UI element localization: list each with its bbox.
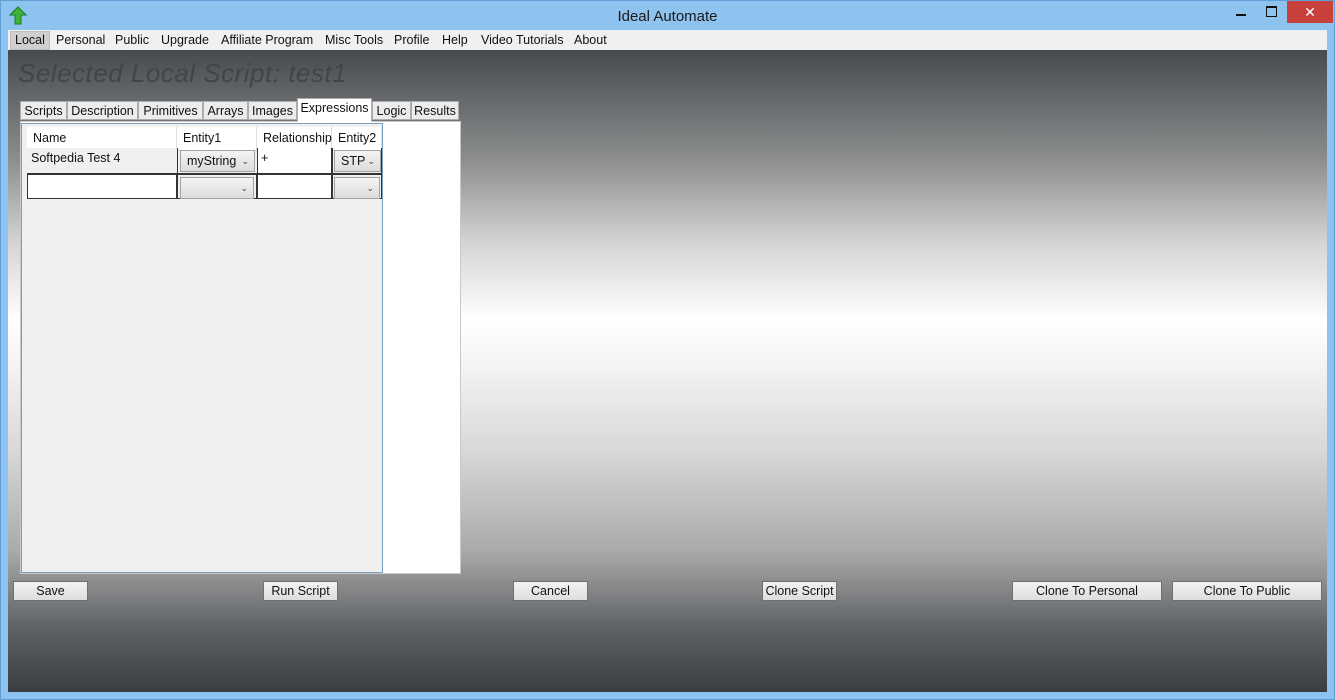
column-header-name[interactable]: Name [27, 127, 177, 150]
save-button[interactable]: Save [13, 581, 88, 601]
tab-logic[interactable]: Logic [372, 101, 411, 120]
entity2-value: STP [341, 154, 366, 168]
menu-item-personal[interactable]: Personal [52, 32, 109, 49]
menu-item-about[interactable]: About [570, 32, 611, 49]
tab-expressions[interactable]: Expressions [297, 98, 372, 122]
menu-bar: Local Personal Public Upgrade Affiliate … [8, 30, 1327, 50]
menu-item-profile[interactable]: Profile [390, 32, 433, 49]
entity2-dropdown[interactable]: ⌄ [334, 177, 380, 199]
chevron-down-icon: ⌄ [240, 183, 248, 193]
relationship-cell[interactable]: + [257, 148, 332, 174]
cancel-button[interactable]: Cancel [513, 581, 588, 601]
menu-item-help[interactable]: Help [438, 32, 472, 49]
tab-arrays[interactable]: Arrays [203, 101, 248, 120]
tab-results[interactable]: Results [411, 101, 459, 120]
name-cell[interactable] [27, 174, 177, 199]
chevron-down-icon: ⌄ [367, 156, 375, 166]
entity2-dropdown[interactable]: STP ⌄ [334, 150, 381, 172]
menu-item-local[interactable]: Local [10, 31, 50, 50]
chevron-down-icon: ⌄ [366, 183, 374, 193]
entity1-cell: myString ⌄ [177, 148, 257, 174]
menu-item-public[interactable]: Public [111, 32, 153, 49]
maximize-icon [1266, 6, 1277, 17]
entity1-cell: ⌄ [177, 174, 257, 199]
menu-item-upgrade[interactable]: Upgrade [157, 32, 213, 49]
close-button[interactable]: ✕ [1287, 1, 1333, 23]
run-script-button[interactable]: Run Script [263, 581, 338, 601]
menu-item-misc-tools[interactable]: Misc Tools [321, 32, 387, 49]
menu-item-affiliate-program[interactable]: Affiliate Program [217, 32, 317, 49]
expressions-grid: Name Entity1 Relationship Entity2 Softpe… [21, 123, 383, 573]
menu-item-video-tutorials[interactable]: Video Tutorials [477, 32, 567, 49]
minimize-icon [1236, 14, 1246, 16]
relationship-cell[interactable] [257, 174, 332, 199]
tab-primitives[interactable]: Primitives [138, 101, 203, 120]
close-icon: ✕ [1304, 4, 1316, 20]
chevron-down-icon: ⌄ [241, 156, 249, 166]
minimize-button[interactable] [1227, 1, 1255, 23]
column-header-entity2[interactable]: Entity2 [332, 127, 382, 150]
maximize-button[interactable] [1257, 1, 1285, 23]
entity1-dropdown[interactable]: ⌄ [180, 177, 254, 199]
tab-scripts[interactable]: Scripts [20, 101, 67, 120]
clone-to-personal-button[interactable]: Clone To Personal [1012, 581, 1162, 601]
window-title: Ideal Automate [617, 8, 718, 25]
clone-script-button[interactable]: Clone Script [762, 581, 837, 601]
name-cell[interactable]: Softpedia Test 4 [27, 148, 177, 174]
entity2-cell: STP ⌄ [332, 148, 382, 174]
tab-description[interactable]: Description [67, 101, 138, 120]
entity2-cell: ⌄ [332, 174, 382, 199]
title-bar[interactable]: Ideal Automate ✕ [1, 1, 1334, 31]
column-header-relationship[interactable]: Relationship [257, 127, 332, 150]
page-title: Selected Local Script: test1 [18, 58, 348, 88]
entity1-value: myString [187, 154, 237, 168]
entity1-dropdown[interactable]: myString ⌄ [180, 150, 255, 172]
column-header-entity1[interactable]: Entity1 [177, 127, 257, 150]
tab-images[interactable]: Images [248, 101, 297, 120]
clone-to-public-button[interactable]: Clone To Public [1172, 581, 1322, 601]
